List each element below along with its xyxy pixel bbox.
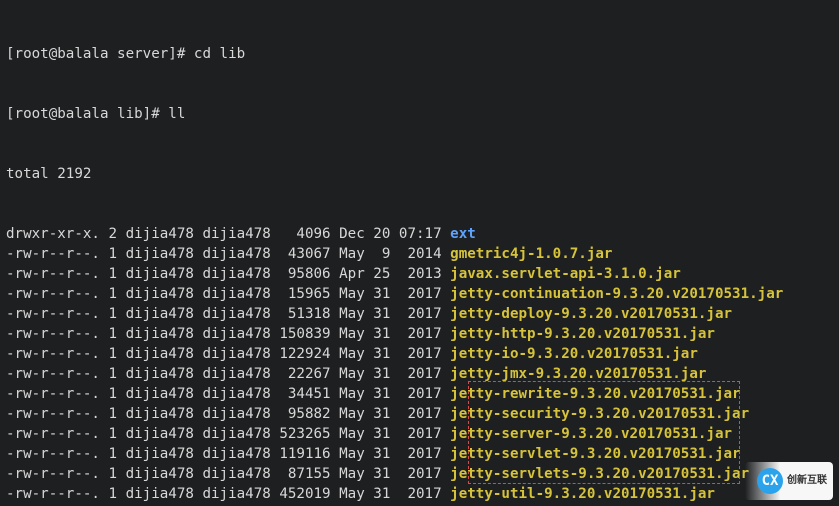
file-name: jetty-jmx-9.3.20.v20170531.jar [450,366,706,382]
file-meta: -rw-r--r--. 1 dijia478 dijia478 150839 M… [6,326,450,342]
file-row: -rw-r--r--. 1 dijia478 dijia478 51318 Ma… [6,304,833,324]
command-cd: cd lib [194,46,245,62]
prompt: [root@balala server]# [6,46,194,62]
file-name: ext [450,226,476,242]
file-row: -rw-r--r--. 1 dijia478 dijia478 43067 Ma… [6,244,833,264]
logo-icon: CX [757,468,783,494]
file-meta: -rw-r--r--. 1 dijia478 dijia478 452019 M… [6,486,450,502]
file-row: -rw-r--r--. 1 dijia478 dijia478 34451 Ma… [6,384,833,404]
prompt-line: [root@balala server]# cd lib [6,44,833,64]
prompt: [root@balala lib]# [6,106,168,122]
file-listing: drwxr-xr-x. 2 dijia478 dijia478 4096 Dec… [6,224,833,506]
file-row: -rw-r--r--. 1 dijia478 dijia478 119116 M… [6,444,833,464]
command-ll: ll [168,106,185,122]
file-name: jetty-servlets-9.3.20.v20170531.jar [450,466,749,482]
watermark-logo: CX 创新互联 [745,462,833,500]
total-line: total 2192 [6,164,833,184]
logo-text: 创新互联 [787,475,827,487]
file-name: jetty-util-9.3.20.v20170531.jar [450,486,715,502]
file-meta: -rw-r--r--. 1 dijia478 dijia478 51318 Ma… [6,306,450,322]
file-meta: -rw-r--r--. 1 dijia478 dijia478 95882 Ma… [6,406,450,422]
file-meta: -rw-r--r--. 1 dijia478 dijia478 523265 M… [6,426,450,442]
file-row: drwxr-xr-x. 2 dijia478 dijia478 4096 Dec… [6,224,833,244]
file-name: jetty-continuation-9.3.20.v20170531.jar [450,286,783,302]
file-meta: -rw-r--r--. 1 dijia478 dijia478 122924 M… [6,346,450,362]
prompt-line: [root@balala lib]# ll [6,104,833,124]
file-name: gmetric4j-1.0.7.jar [450,246,612,262]
file-row: -rw-r--r--. 1 dijia478 dijia478 15965 Ma… [6,284,833,304]
file-meta: -rw-r--r--. 1 dijia478 dijia478 34451 Ma… [6,386,450,402]
file-meta: -rw-r--r--. 1 dijia478 dijia478 43067 Ma… [6,246,450,262]
file-meta: -rw-r--r--. 1 dijia478 dijia478 119116 M… [6,446,450,462]
file-row: -rw-r--r--. 1 dijia478 dijia478 22267 Ma… [6,364,833,384]
file-row: -rw-r--r--. 1 dijia478 dijia478 122924 M… [6,344,833,364]
file-meta: -rw-r--r--. 1 dijia478 dijia478 22267 Ma… [6,366,450,382]
file-name: jetty-rewrite-9.3.20.v20170531.jar [450,386,740,402]
file-name: jetty-servlet-9.3.20.v20170531.jar [450,446,740,462]
file-name: jetty-server-9.3.20.v20170531.jar [450,426,732,442]
terminal[interactable]: [root@balala server]# cd lib [root@balal… [0,0,839,506]
file-row: -rw-r--r--. 1 dijia478 dijia478 87155 Ma… [6,464,833,484]
file-meta: -rw-r--r--. 1 dijia478 dijia478 95806 Ap… [6,266,450,282]
file-row: -rw-r--r--. 1 dijia478 dijia478 523265 M… [6,424,833,444]
file-name: jetty-security-9.3.20.v20170531.jar [450,406,749,422]
file-row: -rw-r--r--. 1 dijia478 dijia478 452019 M… [6,484,833,504]
file-row: -rw-r--r--. 1 dijia478 dijia478 95806 Ap… [6,264,833,284]
file-row: -rw-r--r--. 1 dijia478 dijia478 150839 M… [6,324,833,344]
file-meta: -rw-r--r--. 1 dijia478 dijia478 87155 Ma… [6,466,450,482]
file-name: javax.servlet-api-3.1.0.jar [450,266,681,282]
file-meta: -rw-r--r--. 1 dijia478 dijia478 15965 Ma… [6,286,450,302]
file-name: jetty-http-9.3.20.v20170531.jar [450,326,715,342]
file-meta: drwxr-xr-x. 2 dijia478 dijia478 4096 Dec… [6,226,450,242]
file-row: -rw-r--r--. 1 dijia478 dijia478 95882 Ma… [6,404,833,424]
file-name: jetty-deploy-9.3.20.v20170531.jar [450,306,732,322]
file-name: jetty-io-9.3.20.v20170531.jar [450,346,698,362]
